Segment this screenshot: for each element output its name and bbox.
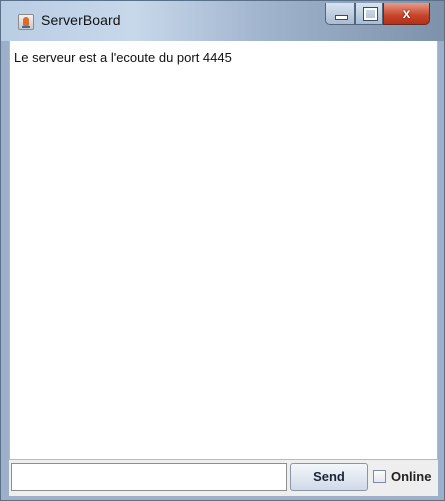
java-cup-icon [18, 14, 34, 30]
maximize-icon [363, 7, 378, 21]
message-log[interactable]: Le serveur est a l'ecoute du port 4445 [9, 41, 438, 460]
close-icon: x [402, 5, 411, 21]
online-label: Online [391, 469, 432, 484]
log-line: Le serveur est a l'ecoute du port 4445 [14, 50, 232, 65]
minimize-button[interactable] [325, 3, 355, 25]
minimize-icon [335, 15, 348, 20]
online-checkbox[interactable] [373, 470, 386, 483]
app-window: ServerBoard x Le serveur est a l'ecoute … [0, 0, 445, 501]
send-button[interactable]: Send [290, 463, 368, 491]
window-title: ServerBoard [41, 12, 121, 28]
client-area: Le serveur est a l'ecoute du port 4445 S… [9, 41, 438, 496]
title-bar[interactable]: ServerBoard x [1, 1, 444, 41]
message-input[interactable] [11, 463, 287, 491]
close-button[interactable]: x [383, 3, 430, 25]
maximize-button[interactable] [355, 3, 383, 25]
input-bar: Send Online [9, 460, 438, 496]
